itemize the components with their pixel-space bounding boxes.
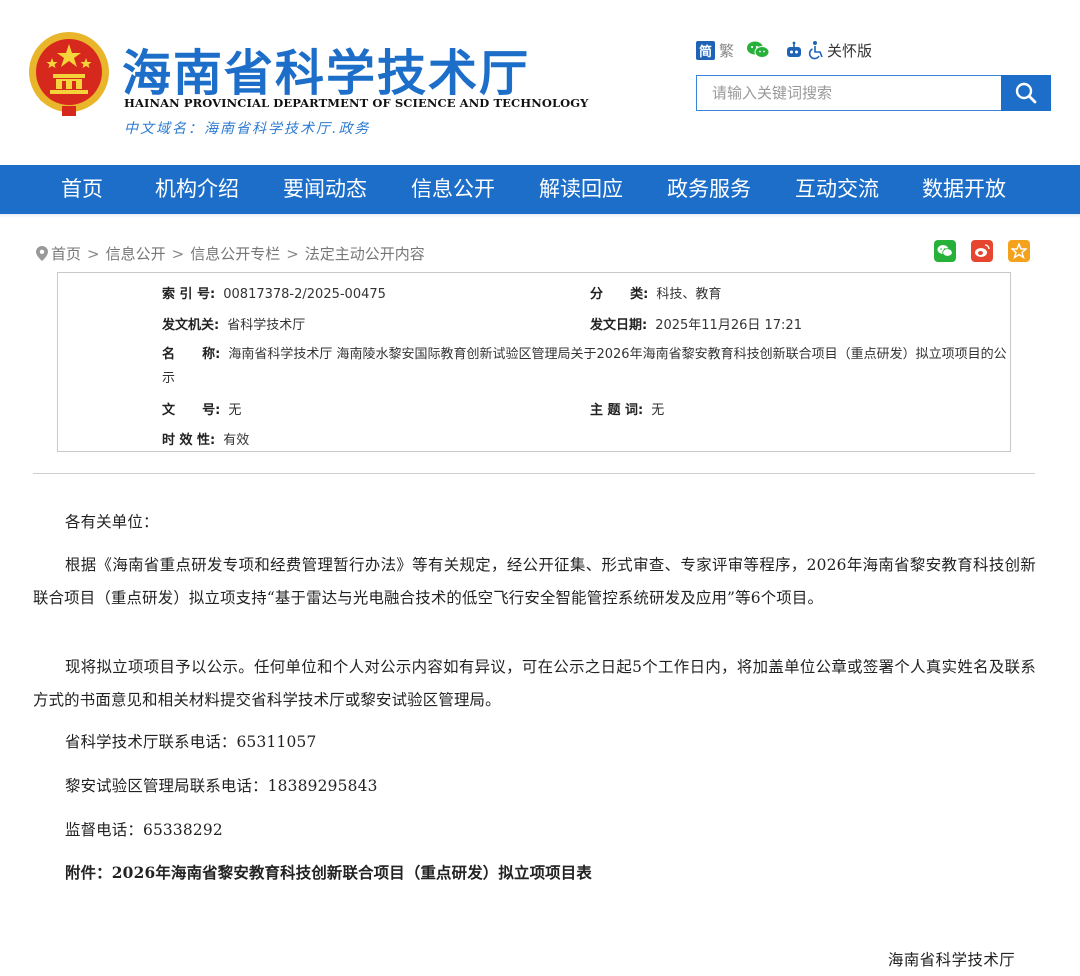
meta-issuer-value: 省科学技术厅 <box>227 318 306 333</box>
meta-index-label: 索 引 号: <box>162 287 216 302</box>
share-wechat-button[interactable] <box>934 240 956 262</box>
document-metadata: 索 引 号: 00817378-2/2025-00475 分 类: 科技、教育 发文… <box>57 272 1011 452</box>
site-title-english: HAINAN PROVINCIAL DEPARTMENT OF SCIENCE … <box>124 96 589 110</box>
meta-subject: 主 题 词: 无 <box>590 399 664 418</box>
article-signature: 海南省科学技术厅 <box>888 951 1016 969</box>
favorite-icon <box>1011 243 1027 259</box>
wechat-icon[interactable] <box>746 40 770 60</box>
meta-index: 索 引 号: 00817378-2/2025-00475 <box>162 283 386 302</box>
meta-date: 发文日期: 2025年11月26日 17:21 <box>590 314 802 333</box>
weibo-icon <box>975 244 990 257</box>
meta-name: 名 称: 海南省科学技术厅 海南陵水黎安国际教育创新试验区管理局关于2026年海南… <box>162 343 1012 391</box>
accessibility-robot-icon[interactable] <box>784 41 804 59</box>
traditional-chinese-button[interactable]: 繁 <box>719 40 734 61</box>
main-nav: 首页 机构介绍 要闻动态 信息公开 解读回应 政务服务 互动交流 数据开放 <box>0 165 1080 214</box>
meta-validity-label: 时 效 性: <box>162 433 216 448</box>
meta-validity-value: 有效 <box>223 433 250 448</box>
nav-item-about[interactable]: 机构介绍 <box>155 165 239 214</box>
nav-item-open-data[interactable]: 数据开放 <box>922 165 1006 214</box>
share-buttons <box>934 240 1045 262</box>
meta-subject-label: 主 题 词: <box>590 403 644 418</box>
meta-doc-no-label: 文 号: <box>162 403 221 418</box>
search-input[interactable]: 请输入关键词搜索 <box>696 75 1002 111</box>
article-paragraph: 根据《海南省重点研发专项和经费管理暂行办法》等有关规定，经公开征集、形式审查、专… <box>33 556 1036 607</box>
breadcrumb-separator: > <box>286 244 299 263</box>
share-weibo-button[interactable] <box>971 240 993 262</box>
share-favorite-button[interactable] <box>1008 240 1030 262</box>
meta-doc-no: 文 号: 无 <box>162 399 241 418</box>
accessibility-wheelchair-icon[interactable] <box>807 40 825 60</box>
breadcrumb-item-info-column[interactable]: 信息公开专栏 <box>190 243 280 264</box>
national-emblem-icon <box>29 32 109 116</box>
breadcrumb: 首页 > 信息公开 > 信息公开专栏 > 法定主动公开内容 <box>36 243 425 264</box>
search-button[interactable] <box>1001 75 1051 111</box>
nav-item-interaction[interactable]: 互动交流 <box>795 165 879 214</box>
site-title[interactable]: 海南省科学技术厅 <box>122 34 530 105</box>
meta-category-value: 科技、教育 <box>656 287 722 302</box>
breadcrumb-separator: > <box>171 244 185 263</box>
contact-phone-lian: 黎安试验区管理局联系电话：18389295843 <box>65 777 378 795</box>
meta-category: 分 类: 科技、教育 <box>590 283 721 302</box>
nav-item-info-disclosure[interactable]: 信息公开 <box>411 165 495 214</box>
meta-issuer: 发文机关: 省科学技术厅 <box>162 314 305 333</box>
breadcrumb-item-current[interactable]: 法定主动公开内容 <box>305 243 425 264</box>
article-paragraph: 现将拟立项项目予以公示。任何单位和个人对公示内容如有异议，可在公示之日起5个工作… <box>33 658 1036 709</box>
nav-item-interpretation[interactable]: 解读回应 <box>539 165 623 214</box>
wechat-icon <box>937 245 953 257</box>
chinese-domain-name: 中文域名：海南省科学技术厅.政务 <box>124 121 371 137</box>
meta-name-value: 海南省科学技术厅 海南陵水黎安国际教育创新试验区管理局关于2026年海南省黎安教… <box>162 347 1007 386</box>
article-greeting: 各有关单位： <box>65 513 159 531</box>
supervision-phone: 监督电话：65338292 <box>65 821 223 839</box>
nav-item-news[interactable]: 要闻动态 <box>283 165 367 214</box>
nav-item-services[interactable]: 政务服务 <box>667 165 751 214</box>
elder-mode-button[interactable]: 关怀版 <box>827 40 872 61</box>
header-tools: 简 繁 关怀版 <box>696 37 872 63</box>
meta-validity: 时 效 性: 有效 <box>162 429 249 448</box>
breadcrumb-separator: > <box>87 244 100 263</box>
nav-shadow <box>0 214 1080 218</box>
content-divider <box>33 473 1035 474</box>
meta-date-label: 发文日期: <box>590 318 648 333</box>
breadcrumb-item-info-disclosure[interactable]: 信息公开 <box>106 243 166 264</box>
meta-date-value: 2025年11月26日 17:21 <box>655 318 802 333</box>
attachment-link[interactable]: 附件：2026年海南省黎安教育科技创新联合项目（重点研发）拟立项项目表 <box>33 857 1036 890</box>
meta-subject-value: 无 <box>651 403 665 418</box>
breadcrumb-item-home[interactable]: 首页 <box>51 243 81 264</box>
meta-category-label: 分 类: <box>590 287 649 302</box>
site-header: 海南省科学技术厅 HAINAN PROVINCIAL DEPARTMENT OF… <box>0 0 1080 165</box>
contact-phone-dept: 省科学技术厅联系电话：65311057 <box>65 733 317 751</box>
search-icon <box>1015 82 1037 104</box>
nav-item-home[interactable]: 首页 <box>61 165 103 214</box>
meta-doc-no-value: 无 <box>228 403 242 418</box>
meta-index-value: 00817378-2/2025-00475 <box>223 287 386 302</box>
meta-name-label: 名 称: <box>162 347 221 362</box>
simplified-chinese-button[interactable]: 简 <box>696 40 715 60</box>
location-pin-icon <box>36 246 48 261</box>
meta-issuer-label: 发文机关: <box>162 318 220 333</box>
